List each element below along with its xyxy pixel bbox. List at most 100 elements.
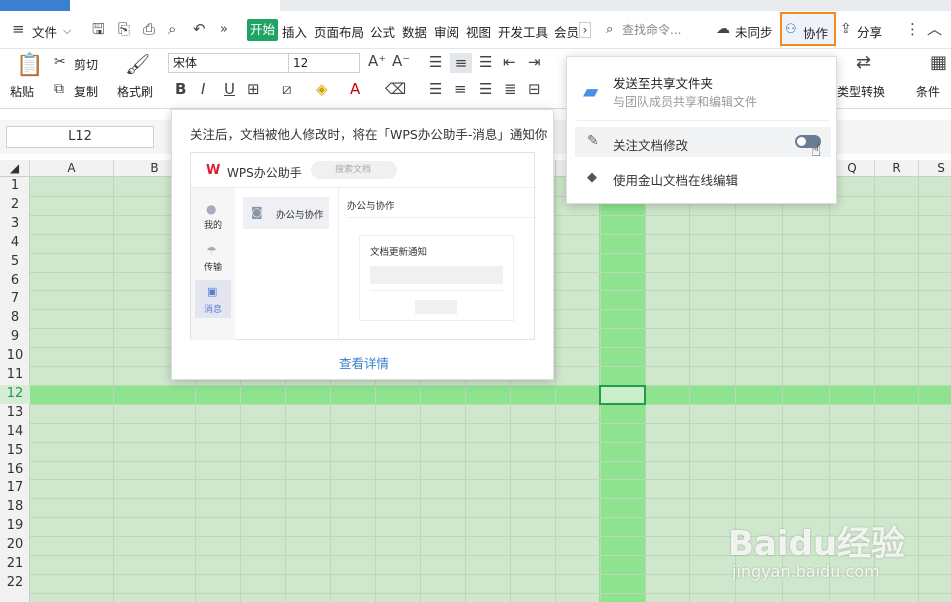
command-search-input[interactable]: 查找命令...: [622, 18, 712, 42]
grid-hline: [30, 592, 951, 594]
grid-hline: [30, 479, 951, 481]
row-header[interactable]: 17: [0, 479, 30, 498]
increase-font-icon[interactable]: A⁺: [368, 54, 386, 69]
row-header[interactable]: 11: [0, 366, 30, 385]
chevron-right-icon[interactable]: ›: [579, 22, 591, 38]
row-header[interactable]: 16: [0, 461, 30, 480]
row-header[interactable]: 14: [0, 423, 30, 442]
align-bottom-icon[interactable]: ☰: [479, 55, 492, 70]
row-header[interactable]: 10: [0, 347, 30, 366]
format-painter-icon[interactable]: 🖌: [125, 54, 150, 74]
font-size-select[interactable]: 12: [288, 53, 360, 73]
menu-developer[interactable]: 开发工具: [498, 22, 548, 41]
indent-increase-icon[interactable]: ⇥: [528, 55, 541, 70]
row-header[interactable]: 3: [0, 215, 30, 234]
convert-type-icon[interactable]: ⇄: [856, 54, 871, 72]
copy-button[interactable]: 复制: [74, 83, 98, 100]
tab-home[interactable]: [0, 0, 70, 11]
paste-icon[interactable]: 📋: [16, 55, 43, 77]
menu-page-layout[interactable]: 页面布局: [314, 22, 364, 41]
paste-label[interactable]: 粘贴: [10, 83, 34, 100]
menu-review[interactable]: 审阅: [434, 22, 459, 41]
convert-type-button[interactable]: 类型转换: [837, 83, 885, 100]
view-details-link[interactable]: 查看详情: [339, 353, 389, 372]
share-icon[interactable]: ⇪: [840, 22, 852, 37]
conditional-format-button[interactable]: 条件: [916, 83, 940, 100]
menu-member[interactable]: 会员: [554, 22, 579, 41]
eraser-icon[interactable]: ⌫: [385, 82, 406, 97]
row-header[interactable]: 18: [0, 498, 30, 517]
save-icon[interactable]: 🖫: [92, 22, 105, 37]
align-left-icon[interactable]: ☰: [429, 82, 442, 97]
print-icon[interactable]: ⎙: [143, 22, 155, 37]
row-header[interactable]: 9: [0, 328, 30, 347]
row-header[interactable]: 6: [0, 272, 30, 291]
kingsoft-docs-icon: ◆: [587, 170, 597, 185]
align-center-icon[interactable]: ≡: [454, 82, 467, 97]
row-header[interactable]: 7: [0, 290, 30, 309]
hamburger-icon[interactable]: ≡: [12, 22, 25, 37]
copy-icon[interactable]: ⧉: [54, 82, 64, 97]
row-header[interactable]: 5: [0, 253, 30, 272]
tab-document[interactable]: [70, 0, 280, 11]
row-header[interactable]: 22: [0, 574, 30, 593]
undo-icon[interactable]: ↶: [193, 22, 206, 37]
italic-icon[interactable]: I: [201, 82, 205, 97]
cloud-sync-icon[interactable]: ☁: [716, 22, 730, 37]
menu-insert[interactable]: 插入: [282, 22, 307, 41]
conditional-format-icon[interactable]: ▦: [930, 54, 947, 72]
bold-icon[interactable]: B: [175, 82, 186, 97]
menu-share[interactable]: 分享: [857, 22, 882, 41]
collapse-ribbon-icon[interactable]: ︿: [927, 22, 942, 37]
underline-icon[interactable]: U: [224, 82, 235, 97]
menu-file[interactable]: 文件: [32, 22, 57, 41]
decrease-font-icon[interactable]: A⁻: [392, 54, 410, 69]
document-edit-icon: ✎: [587, 133, 599, 149]
row-header[interactable]: 8: [0, 309, 30, 328]
watermark-url: jingyan.baidu.com: [732, 562, 880, 581]
name-box[interactable]: L12: [6, 126, 154, 148]
export-pdf-icon[interactable]: ⎘: [118, 22, 130, 37]
distribute-icon[interactable]: ⊟: [528, 82, 541, 97]
font-color-icon[interactable]: A: [350, 82, 360, 97]
select-all-corner[interactable]: ◢: [0, 160, 30, 177]
unsynced-label[interactable]: 未同步: [735, 22, 773, 41]
format-painter-button[interactable]: 格式刷: [117, 83, 153, 100]
fill-color-icon[interactable]: ◈: [316, 82, 328, 97]
row-header[interactable]: 21: [0, 555, 30, 574]
active-cell[interactable]: [599, 385, 646, 405]
column-header[interactable]: A: [30, 160, 114, 177]
row-header[interactable]: 19: [0, 517, 30, 536]
column-header[interactable]: S: [919, 160, 951, 177]
print-preview-icon[interactable]: ⌕: [168, 22, 176, 37]
share-folder-title[interactable]: 发送至共享文件夹: [613, 73, 713, 92]
font-family-select[interactable]: 宋体: [168, 53, 290, 73]
row-header[interactable]: 12: [0, 384, 30, 404]
collaborate-button[interactable]: ⚇ 协作: [780, 12, 836, 46]
fill-pattern-icon[interactable]: ⧄: [282, 82, 292, 97]
menu-start[interactable]: 开始: [247, 19, 278, 41]
cut-button[interactable]: 剪切: [74, 56, 98, 73]
align-middle-icon[interactable]: ≡: [450, 53, 472, 73]
column-header[interactable]: R: [875, 160, 919, 177]
row-header[interactable]: 13: [0, 404, 30, 423]
scissors-icon[interactable]: ✂: [54, 55, 66, 70]
row-header[interactable]: 15: [0, 442, 30, 461]
row-header[interactable]: 4: [0, 234, 30, 253]
more-options-icon[interactable]: ⋮: [905, 22, 920, 37]
justify-icon[interactable]: ≣: [504, 82, 517, 97]
indent-decrease-icon[interactable]: ⇤: [503, 55, 516, 70]
row-header[interactable]: 1: [0, 177, 30, 196]
border-icon[interactable]: ⊞: [247, 82, 260, 97]
more-icon[interactable]: »: [220, 22, 228, 37]
chevron-down-icon[interactable]: ⌵: [63, 23, 71, 38]
align-top-icon[interactable]: ☰: [429, 55, 442, 70]
menu-view[interactable]: 视图: [466, 22, 491, 41]
align-right-icon[interactable]: ☰: [479, 82, 492, 97]
kingsoft-online-edit[interactable]: 使用金山文档在线编辑: [613, 170, 738, 189]
row-header[interactable]: 20: [0, 536, 30, 555]
watch-changes-row[interactable]: ✎ 关注文档修改 ☝: [575, 127, 831, 161]
row-header[interactable]: 2: [0, 196, 30, 215]
menu-formula[interactable]: 公式: [370, 22, 395, 41]
menu-data[interactable]: 数据: [402, 22, 427, 41]
